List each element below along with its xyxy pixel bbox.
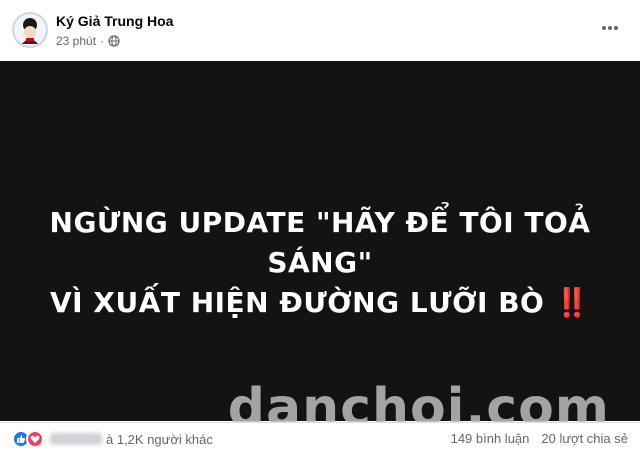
author-name[interactable]: Ký Giả Trung Hoa <box>56 13 173 29</box>
post-footer: à 1,2K người khác 149 bình luận 20 lượt … <box>0 422 640 454</box>
headline-line-1: NGỪNG UPDATE "HÃY ĐỂ TÔI TOẢ SÁNG" <box>49 206 591 279</box>
post-meta: 23 phút · <box>56 34 120 48</box>
shares-count[interactable]: 20 lượt chia sẻ <box>541 431 628 446</box>
engagement-counts: 149 bình luận 20 lượt chia sẻ <box>451 431 628 446</box>
more-dots-icon <box>602 26 618 30</box>
avatar-image <box>14 14 46 46</box>
comments-count[interactable]: 149 bình luận <box>451 431 530 446</box>
avatar[interactable] <box>12 12 48 48</box>
post-image-headline: NGỪNG UPDATE "HÃY ĐỂ TÔI TOẢ SÁNG" VÌ XU… <box>0 203 640 323</box>
headline-line-2-text: VÌ XUẤT HIỆN ĐƯỜNG LƯỠI BÒ <box>50 286 545 319</box>
double-exclamation-icon: ‼️ <box>554 286 590 319</box>
reactions-summary[interactable]: à 1,2K người khác <box>12 430 213 448</box>
reaction-text: à 1,2K người khác <box>106 431 213 447</box>
globe-icon <box>108 35 120 47</box>
love-reaction-icon <box>26 430 44 448</box>
headline-line-2: VÌ XUẤT HIỆN ĐƯỜNG LƯỠI BÒ ‼️ <box>0 283 640 323</box>
post-header: Ký Giả Trung Hoa 23 phút · <box>0 0 640 60</box>
blurred-name <box>50 433 102 445</box>
more-options-button[interactable] <box>596 16 624 40</box>
post-time[interactable]: 23 phút <box>56 34 96 48</box>
